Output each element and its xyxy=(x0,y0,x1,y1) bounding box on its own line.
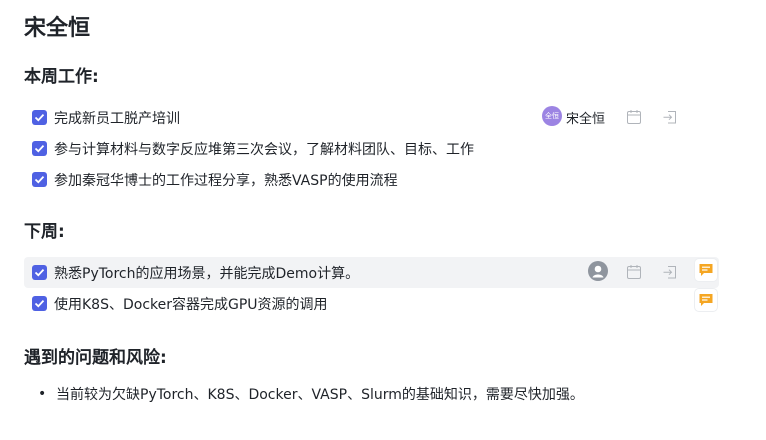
task-text: 参与计算材料与数字反应堆第三次会议，了解材料团队、目标、工作 xyxy=(54,142,474,158)
task-checkbox[interactable] xyxy=(32,265,47,280)
bullet-icon: • xyxy=(38,386,47,402)
section-heading-this-week: 本周工作: xyxy=(24,67,99,87)
task-item[interactable]: 参加秦冠华博士的工作过程分享，熟悉VASP的使用流程 xyxy=(24,164,719,195)
risk-item-text: 当前较为欠缺PyTorch、K8S、Docker、VASP、Slurm的基础知识… xyxy=(56,387,584,403)
task-text: 参加秦冠华博士的工作过程分享，熟悉VASP的使用流程 xyxy=(54,173,398,189)
task-item[interactable]: 参与计算材料与数字反应堆第三次会议，了解材料团队、目标、工作 xyxy=(24,133,719,164)
avatar[interactable]: 全恒 xyxy=(542,106,562,126)
task-item[interactable]: 熟悉PyTorch的应用场景，并能完成Demo计算。 xyxy=(24,257,719,288)
task-text: 熟悉PyTorch的应用场景，并能完成Demo计算。 xyxy=(54,266,360,282)
comment-icon[interactable] xyxy=(695,259,717,281)
calendar-icon[interactable] xyxy=(625,108,643,126)
page-title: 宋全恒 xyxy=(24,16,91,41)
task-item[interactable]: 完成新员工脱产培训 全恒 宋全恒 xyxy=(24,102,719,133)
task-checkbox[interactable] xyxy=(32,141,47,156)
section-heading-risks: 遇到的问题和风险: xyxy=(24,348,167,368)
section-heading-next-week: 下周: xyxy=(24,222,65,242)
open-detail-icon[interactable] xyxy=(661,108,679,126)
calendar-icon[interactable] xyxy=(625,263,643,281)
task-item[interactable]: 使用K8S、Docker容器完成GPU资源的调用 xyxy=(24,288,719,319)
open-detail-icon[interactable] xyxy=(661,263,679,281)
comment-icon[interactable] xyxy=(695,289,717,311)
task-text: 完成新员工脱产培训 xyxy=(54,111,180,127)
task-checkbox[interactable] xyxy=(32,172,47,187)
task-checkbox[interactable] xyxy=(32,110,47,125)
assignee-placeholder-icon[interactable] xyxy=(588,261,608,281)
task-text: 使用K8S、Docker容器完成GPU资源的调用 xyxy=(54,297,328,313)
assignee-name[interactable]: 宋全恒 xyxy=(566,108,605,127)
task-checkbox[interactable] xyxy=(32,296,47,311)
